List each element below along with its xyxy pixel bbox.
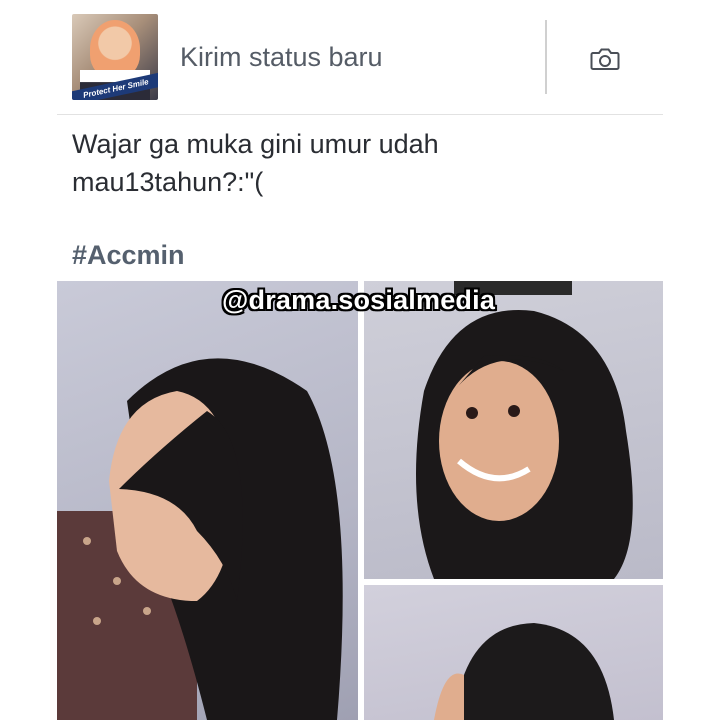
post-photo[interactable] [364, 281, 663, 579]
watermark: @drama.sosialmedia [222, 285, 496, 315]
girl-partial-illustration [434, 623, 614, 720]
post-photo[interactable] [57, 281, 358, 720]
girl-profile-illustration [57, 358, 343, 720]
avatar[interactable]: Protect Her Smile [72, 14, 158, 100]
post-text: Wajar ga muka gini umur udah mau13tahun?… [72, 129, 439, 197]
camera-icon [590, 48, 620, 70]
horizontal-divider [57, 114, 663, 115]
new-status-input[interactable]: Kirim status baru [180, 42, 383, 73]
hashtag-link[interactable]: #Accmin [72, 240, 185, 271]
post-photo[interactable] [364, 585, 663, 720]
vertical-divider [545, 20, 547, 94]
camera-button[interactable] [586, 40, 624, 78]
girl-smiling-illustration [416, 281, 633, 579]
photo-grid [57, 281, 663, 720]
